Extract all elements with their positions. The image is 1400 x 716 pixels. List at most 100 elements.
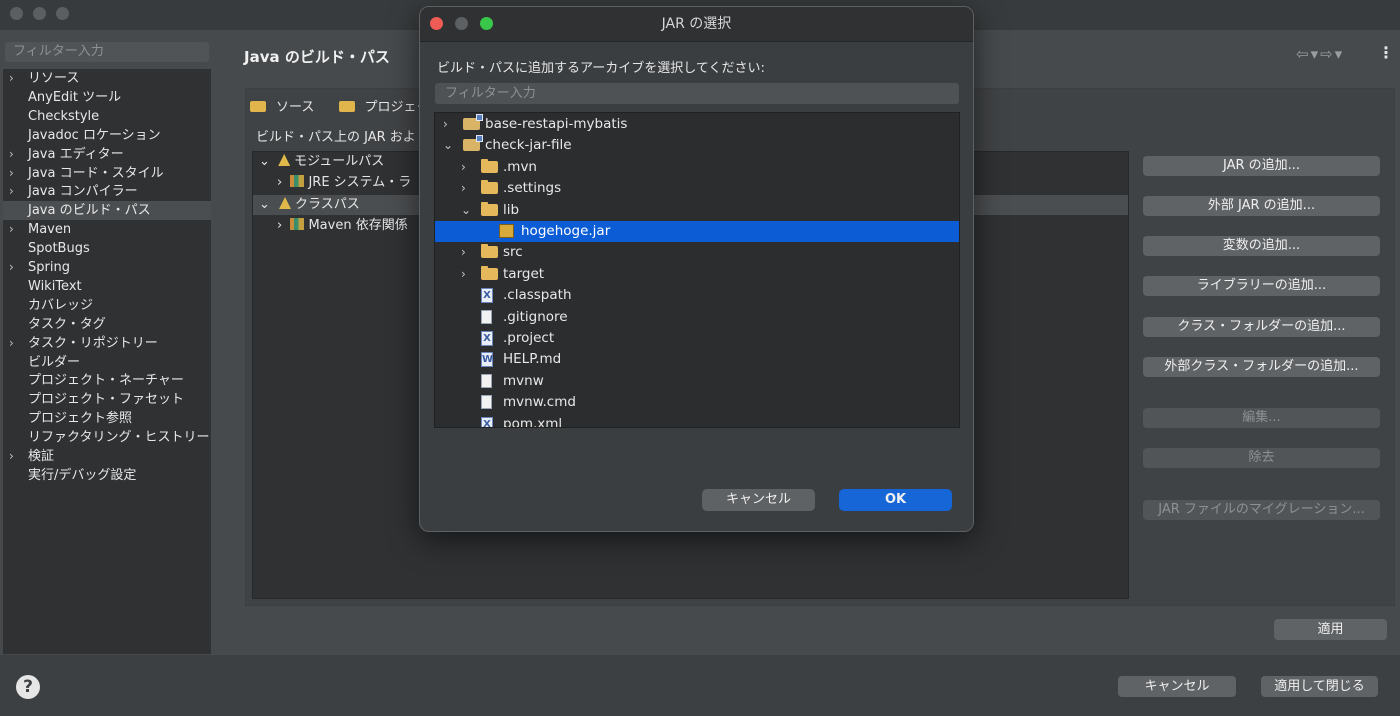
- classpath-icon: [279, 197, 291, 209]
- chevron-right-icon[interactable]: ›: [9, 447, 14, 466]
- cancel-button[interactable]: キャンセル: [1118, 676, 1236, 697]
- sidebar-item[interactable]: › Java コード・スタイル: [3, 164, 211, 183]
- chevron-right-icon[interactable]: ›: [9, 69, 14, 88]
- chevron-right-icon[interactable]: ›: [443, 114, 448, 135]
- add-variable-button[interactable]: 変数の追加...: [1143, 236, 1380, 256]
- tree-row[interactable]: › .settings: [435, 178, 959, 199]
- sidebar-item[interactable]: › Spring: [3, 258, 211, 277]
- sidebar-item[interactable]: プロジェクト・ネーチャー: [3, 371, 211, 390]
- sidebar-item[interactable]: プロジェクト・ファセット: [3, 390, 211, 409]
- tree-row[interactable]: hogehoge.jar: [435, 221, 959, 242]
- sidebar-item[interactable]: WikiText: [3, 277, 211, 296]
- chevron-right-icon[interactable]: ›: [9, 220, 14, 239]
- tree-row[interactable]: mvnw: [435, 371, 959, 392]
- tree-row[interactable]: W HELP.md: [435, 349, 959, 370]
- add-external-jar-button[interactable]: 外部 JAR の追加...: [1143, 196, 1380, 216]
- page-title: Java のビルド・パス: [244, 48, 390, 66]
- sidebar-item[interactable]: プロジェクト参照: [3, 409, 211, 428]
- tree-row-label: hogehoge.jar: [521, 223, 611, 239]
- sidebar-item-label: リファクタリング・ヒストリー: [28, 430, 210, 446]
- sidebar-item[interactable]: AnyEdit ツール: [3, 88, 211, 107]
- apply-button[interactable]: 適用: [1274, 619, 1387, 640]
- tree-row-label: pom.xml: [503, 415, 563, 428]
- tree-row-label: .classpath: [503, 287, 572, 304]
- folder-icon: [481, 265, 498, 280]
- tree-row[interactable]: .gitignore: [435, 307, 959, 328]
- tree-row[interactable]: ⌄ check-jar-file: [435, 135, 959, 156]
- tab-source[interactable]: ソース: [250, 100, 324, 115]
- tree-row[interactable]: › src: [435, 242, 959, 263]
- tree-row[interactable]: ⌄ lib: [435, 200, 959, 221]
- chevron-right-icon[interactable]: ›: [9, 334, 14, 353]
- sidebar-item[interactable]: ビルダー: [3, 353, 211, 372]
- sidebar-item[interactable]: タスク・タグ: [3, 315, 211, 334]
- migrate-jar-button[interactable]: JAR ファイルのマイグレーション...: [1143, 500, 1380, 520]
- sidebar-item-label: リソース: [28, 71, 80, 86]
- back-arrow-icon[interactable]: ⇦▾: [1296, 45, 1320, 63]
- source-folder-icon: [250, 101, 266, 112]
- sidebar-item[interactable]: リファクタリング・ヒストリー: [3, 428, 211, 447]
- tree-row[interactable]: X .classpath: [435, 285, 959, 306]
- preferences-sidebar: › リソース AnyEdit ツール Checkstyle Javadoc ロケーション…: [3, 69, 211, 654]
- chevron-right-icon[interactable]: ›: [461, 264, 466, 285]
- chevron-right-icon[interactable]: ›: [461, 242, 466, 263]
- sidebar-item[interactable]: Java のビルド・パス: [3, 201, 211, 221]
- chevron-right-icon[interactable]: ›: [9, 258, 14, 277]
- sidebar-item[interactable]: カバレッジ: [3, 296, 211, 315]
- remove-button[interactable]: 除去: [1143, 448, 1380, 468]
- chevron-right-icon[interactable]: ›: [461, 157, 466, 178]
- tree-row[interactable]: › target: [435, 264, 959, 285]
- add-external-class-folder-button[interactable]: 外部クラス・フォルダーの追加...: [1143, 357, 1380, 377]
- tree-row-label: .project: [503, 330, 555, 346]
- sidebar-item[interactable]: › Java エディター: [3, 145, 211, 164]
- dialog-ok-button[interactable]: OK: [839, 489, 952, 511]
- chevron-right-icon[interactable]: ›: [9, 164, 14, 183]
- chevron-right-icon[interactable]: ›: [9, 182, 14, 201]
- sidebar-item[interactable]: › タスク・リポジトリー: [3, 334, 211, 353]
- window-close-dot[interactable]: [10, 7, 23, 20]
- dialog-cancel-button[interactable]: キャンセル: [702, 489, 815, 511]
- chevron-down-icon: ⌄: [259, 197, 270, 212]
- sidebar-item[interactable]: Checkstyle: [3, 107, 211, 126]
- chevron-down-icon[interactable]: ⌄: [461, 200, 471, 221]
- add-class-folder-button[interactable]: クラス・フォルダーの追加...: [1143, 317, 1380, 337]
- sidebar-item[interactable]: SpotBugs: [3, 239, 211, 258]
- folder-icon: [481, 180, 498, 195]
- chevron-right-icon[interactable]: ›: [9, 145, 14, 164]
- history-navigation[interactable]: ⇦▾⇨▾: [1296, 45, 1344, 63]
- window-zoom-dot[interactable]: [56, 7, 69, 20]
- tree-item-maven-deps[interactable]: › Maven 依存関係: [277, 216, 408, 236]
- sidebar-item-label: タスク・リポジトリー: [28, 335, 158, 351]
- folder-icon: [481, 158, 498, 173]
- archive-tree[interactable]: › base-restapi-mybatis ⌄ check-jar-file › .mv…: [434, 112, 960, 428]
- tree-row[interactable]: X .project: [435, 328, 959, 349]
- add-library-button[interactable]: ライブラリーの追加...: [1143, 276, 1380, 296]
- sidebar-item-label: Java コンパイラー: [28, 184, 138, 200]
- chevron-down-icon[interactable]: ⌄: [443, 135, 453, 156]
- tree-item-jre[interactable]: › JRE システム・ラ: [277, 173, 411, 193]
- add-jar-button[interactable]: JAR の追加...: [1143, 156, 1380, 176]
- sidebar-item[interactable]: › リソース: [3, 69, 211, 88]
- view-menu-icon[interactable]: ⋮: [1378, 43, 1394, 62]
- edit-button[interactable]: 編集...: [1143, 408, 1380, 428]
- sidebar-item[interactable]: Javadoc ロケーション: [3, 126, 211, 145]
- chevron-right-icon[interactable]: ›: [461, 178, 466, 199]
- tree-row[interactable]: Xpom.xml: [435, 414, 959, 428]
- tree-row[interactable]: › .mvn: [435, 157, 959, 178]
- sidebar-item[interactable]: › Java コンパイラー: [3, 182, 211, 201]
- apply-and-close-button[interactable]: 適用して閉じる: [1261, 676, 1378, 697]
- folder-icon: [481, 244, 498, 259]
- help-icon[interactable]: ?: [16, 675, 40, 699]
- forward-arrow-icon[interactable]: ⇨▾: [1320, 45, 1344, 63]
- tree-item-modulepath[interactable]: ⌄ モジュールパス: [259, 152, 384, 172]
- window-minimize-dot[interactable]: [33, 7, 46, 20]
- tree-row[interactable]: mvnw.cmd: [435, 392, 959, 413]
- sidebar-item[interactable]: › Maven: [3, 220, 211, 239]
- sidebar-filter-input[interactable]: フィルター入力: [5, 42, 209, 62]
- folder-icon: [481, 201, 498, 216]
- dialog-filter-input[interactable]: フィルター入力: [435, 83, 959, 104]
- tree-row[interactable]: › base-restapi-mybatis: [435, 114, 959, 135]
- sidebar-item-label: Maven: [28, 222, 72, 238]
- sidebar-item[interactable]: › 検証: [3, 447, 211, 466]
- sidebar-item[interactable]: 実行/デバッグ設定: [3, 466, 211, 485]
